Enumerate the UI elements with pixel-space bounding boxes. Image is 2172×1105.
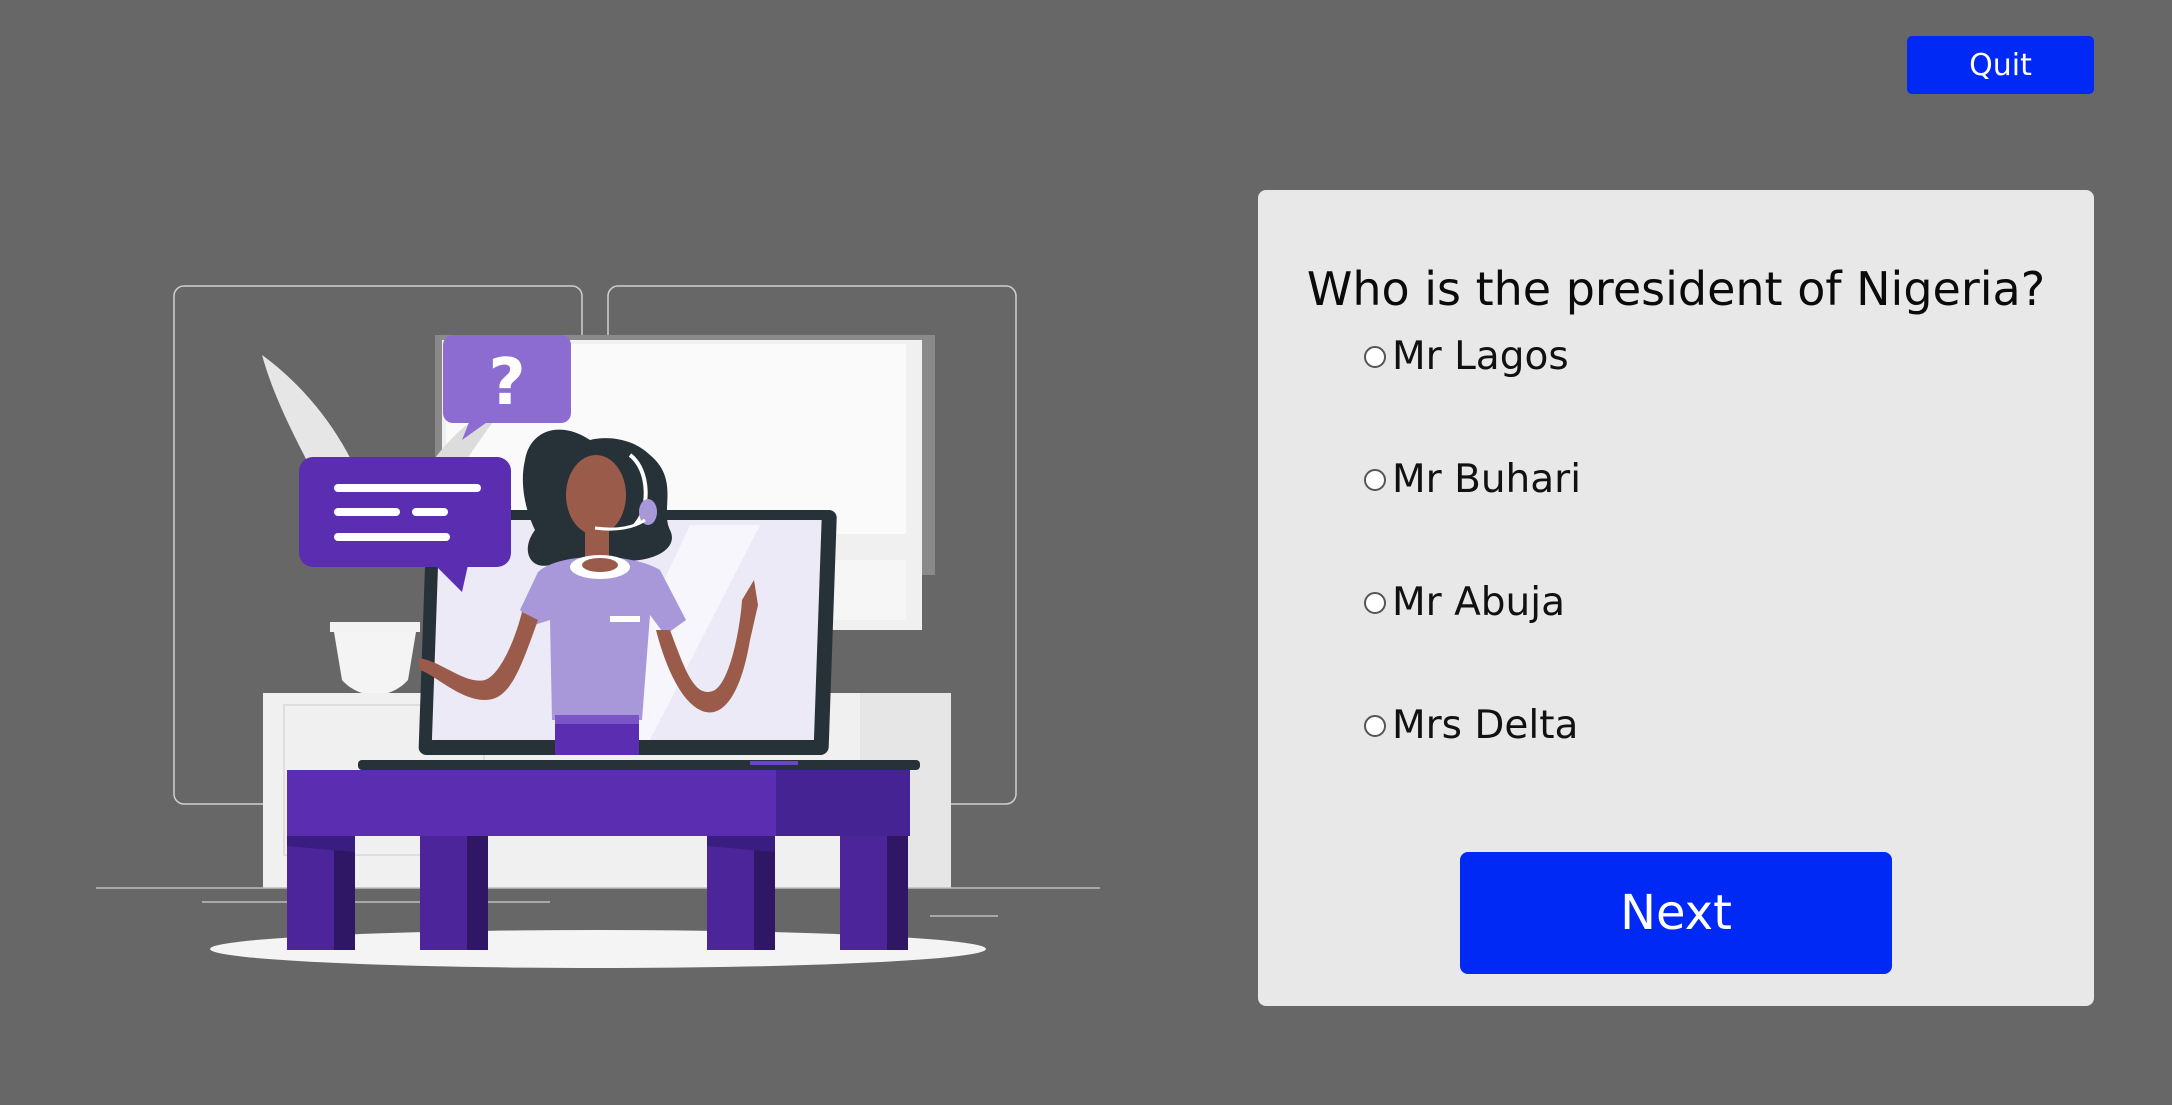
option-label: Mr Buhari: [1392, 457, 1582, 502]
option-label: Mrs Delta: [1392, 703, 1579, 748]
option-label: Mr Abuja: [1392, 580, 1565, 625]
radio-button[interactable]: [1364, 345, 1386, 368]
radio-button[interactable]: [1364, 468, 1386, 491]
radio-button[interactable]: [1364, 591, 1386, 614]
support-agent-illustration: ?: [96, 285, 1100, 968]
quit-button[interactable]: Quit: [1907, 36, 2094, 94]
option-4[interactable]: Mrs Delta: [1364, 664, 1578, 787]
option-1[interactable]: Mr Lagos: [1364, 295, 1569, 418]
quiz-card: Who is the president of Nigeria? Mr Lago…: [1258, 190, 2094, 1006]
option-3[interactable]: Mr Abuja: [1364, 541, 1565, 664]
option-2[interactable]: Mr Buhari: [1364, 418, 1581, 541]
question-mark-glyph: ?: [488, 346, 525, 420]
option-label: Mr Lagos: [1392, 334, 1569, 379]
next-button[interactable]: Next: [1460, 852, 1892, 974]
radio-button[interactable]: [1364, 714, 1386, 737]
quiz-screen: Quit ? Who is the president of Nigeria? …: [0, 0, 2172, 1105]
